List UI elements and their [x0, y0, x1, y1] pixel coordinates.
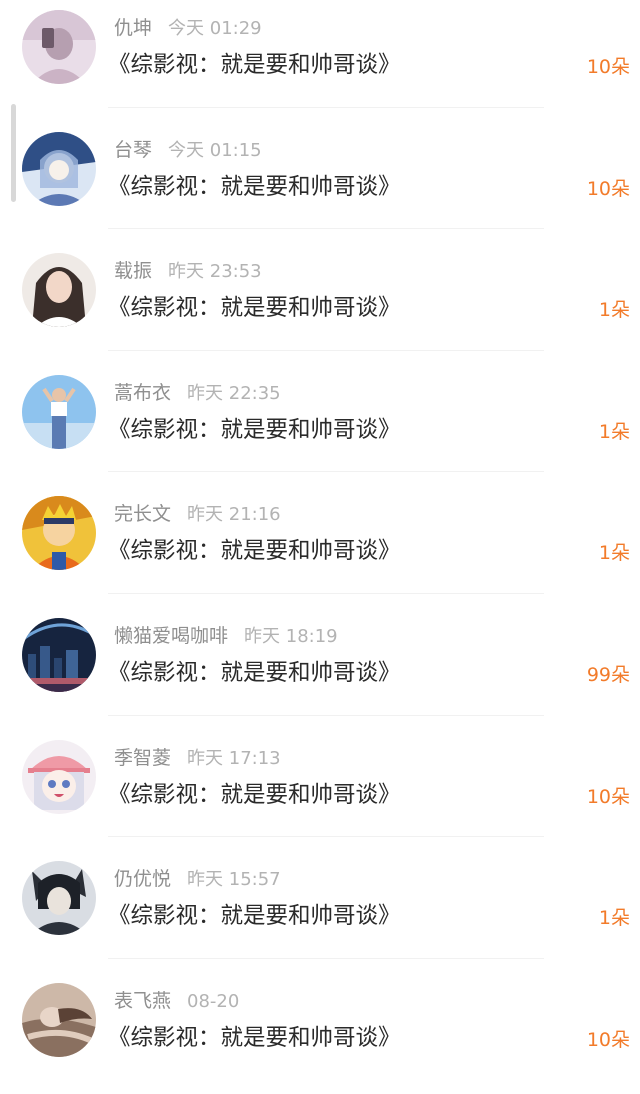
divider	[108, 957, 544, 959]
avatar[interactable]	[22, 131, 96, 206]
avatar[interactable]	[22, 496, 96, 571]
avatar-reclining-icon	[22, 982, 96, 1057]
user-name[interactable]: 仇坤	[114, 17, 152, 39]
timestamp: 昨天 21:16	[187, 504, 281, 526]
book-title[interactable]: 《综影视：就是要和帅哥谈》	[108, 1021, 401, 1055]
avatar-anime-girl-icon	[22, 131, 96, 206]
item-meta: 仇坤 今天 01:29	[114, 14, 262, 42]
list-item[interactable]: 载振 昨天 23:53 《综影视：就是要和帅哥谈》 1朵	[0, 243, 640, 365]
item-meta: 完长文 昨天 21:16	[114, 500, 281, 528]
book-title[interactable]: 《综影视：就是要和帅哥谈》	[108, 778, 401, 812]
item-meta: 载振 昨天 23:53	[114, 257, 262, 285]
list-item[interactable]: 仍优悦 昨天 15:57 《综影视：就是要和帅哥谈》 1朵	[0, 851, 640, 973]
avatar[interactable]	[22, 253, 96, 328]
list-item[interactable]: 表飞燕 08-20 《综影视：就是要和帅哥谈》 10朵	[0, 973, 640, 1094]
avatar-cartoon-ninja-icon	[22, 496, 96, 571]
timestamp: 昨天 18:19	[244, 625, 338, 647]
book-title[interactable]: 《综影视：就是要和帅哥谈》	[108, 48, 401, 82]
avatar[interactable]	[22, 617, 96, 692]
timestamp: 昨天 17:13	[187, 747, 281, 769]
user-name[interactable]: 季智菱	[114, 747, 171, 769]
book-title[interactable]: 《综影视：就是要和帅哥谈》	[108, 291, 401, 325]
user-name[interactable]: 完长文	[114, 503, 171, 525]
avatar-city-night-icon	[22, 617, 96, 692]
flower-count: 10朵	[586, 56, 630, 78]
list-item[interactable]: 懒猫爱喝咖啡 昨天 18:19 《综影视：就是要和帅哥谈》 99朵	[0, 608, 640, 730]
timestamp: 今天 01:15	[168, 139, 262, 161]
gift-record-list: 仇坤 今天 01:29 《综影视：就是要和帅哥谈》 10朵 台琴 今天 01:15 …	[0, 0, 640, 1094]
avatar[interactable]	[22, 374, 96, 449]
avatar-anime-cap-icon	[22, 739, 96, 814]
avatar-girl-sky-icon	[22, 374, 96, 449]
flower-count: 1朵	[598, 542, 630, 565]
book-title[interactable]: 《综影视：就是要和帅哥谈》	[108, 899, 401, 933]
flower-count: 1朵	[598, 420, 630, 443]
divider	[108, 349, 544, 351]
flower-count: 1朵	[598, 299, 630, 322]
book-title[interactable]: 《综影视：就是要和帅哥谈》	[108, 656, 401, 690]
item-meta: 表飞燕 08-20	[114, 987, 239, 1015]
divider	[108, 228, 544, 230]
avatar[interactable]	[22, 739, 96, 814]
user-name[interactable]: 懒猫爱喝咖啡	[114, 625, 228, 647]
user-name[interactable]: 台琴	[114, 139, 152, 161]
item-meta: 懒猫爱喝咖啡 昨天 18:19	[114, 622, 338, 650]
user-name[interactable]: 蒿布衣	[114, 382, 171, 404]
avatar-dark-anime-icon	[22, 861, 96, 936]
divider	[108, 471, 544, 473]
avatar-girl-portrait-icon	[22, 253, 96, 328]
avatar[interactable]	[22, 982, 96, 1057]
book-title[interactable]: 《综影视：就是要和帅哥谈》	[108, 413, 401, 447]
avatar[interactable]	[22, 861, 96, 936]
list-item[interactable]: 仇坤 今天 01:29 《综影视：就是要和帅哥谈》 10朵	[0, 0, 640, 122]
flower-count: 1朵	[598, 907, 630, 930]
flower-count: 99朵	[586, 663, 630, 686]
user-name[interactable]: 仍优悦	[114, 868, 171, 890]
list-item[interactable]: 完长文 昨天 21:16 《综影视：就是要和帅哥谈》 1朵	[0, 486, 640, 608]
divider	[108, 592, 544, 594]
timestamp: 昨天 22:35	[187, 382, 281, 404]
flower-count: 10朵	[586, 177, 630, 200]
timestamp: 今天 01:29	[168, 18, 262, 39]
list-item[interactable]: 蒿布衣 昨天 22:35 《综影视：就是要和帅哥谈》 1朵	[0, 365, 640, 487]
avatar[interactable]	[22, 10, 96, 84]
book-title[interactable]: 《综影视：就是要和帅哥谈》	[108, 534, 401, 568]
list-item[interactable]: 台琴 今天 01:15 《综影视：就是要和帅哥谈》 10朵	[0, 122, 640, 244]
timestamp: 08-20	[187, 990, 240, 1012]
avatar-girl-selfie-icon	[22, 10, 96, 84]
divider	[108, 106, 544, 108]
list-item[interactable]: 季智菱 昨天 17:13 《综影视：就是要和帅哥谈》 10朵	[0, 730, 640, 852]
timestamp: 昨天 23:53	[168, 261, 262, 283]
flower-count: 10朵	[586, 1028, 630, 1051]
divider	[108, 714, 544, 716]
item-meta: 台琴 今天 01:15	[114, 136, 262, 164]
user-name[interactable]: 载振	[114, 260, 152, 282]
book-title[interactable]: 《综影视：就是要和帅哥谈》	[108, 170, 401, 204]
user-name[interactable]: 表飞燕	[114, 990, 171, 1012]
divider	[108, 836, 544, 838]
flower-count: 10朵	[586, 785, 630, 808]
item-meta: 仍优悦 昨天 15:57	[114, 865, 281, 893]
item-meta: 季智菱 昨天 17:13	[114, 744, 281, 772]
timestamp: 昨天 15:57	[187, 869, 281, 891]
item-meta: 蒿布衣 昨天 22:35	[114, 379, 281, 407]
